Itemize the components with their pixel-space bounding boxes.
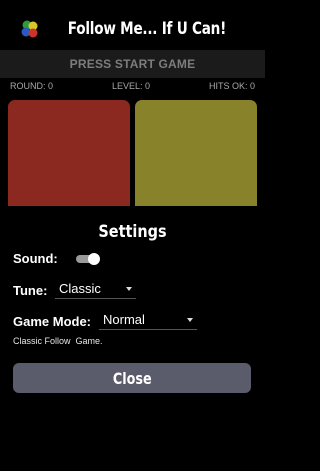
tune-value: Classic xyxy=(59,281,101,296)
sound-toggle[interactable] xyxy=(76,253,100,265)
close-button-label: Close xyxy=(112,368,152,388)
chevron-down-icon xyxy=(126,286,132,291)
settings-sheet: Settings Sound: Tune: Classic Game Mode:… xyxy=(0,206,265,471)
game-mode-select[interactable]: Normal xyxy=(99,310,197,330)
settings-title: Settings xyxy=(98,222,167,242)
chevron-down-icon xyxy=(187,317,193,322)
game-mode-value: Normal xyxy=(103,312,145,327)
round-counter: ROUND: 0 xyxy=(10,81,54,91)
level-counter: LEVEL: 0 xyxy=(111,81,151,91)
toggle-knob xyxy=(88,253,100,265)
tune-label: Tune: xyxy=(13,283,48,298)
stats-bar: ROUND: 0 LEVEL: 0 HITS OK: 0 xyxy=(10,81,255,95)
mode-description: Classic Follow Game. xyxy=(13,336,103,346)
press-start-button[interactable]: PRESS START GAME xyxy=(0,50,265,78)
app-logo-icon xyxy=(21,20,38,38)
hits-counter: HITS OK: 0 xyxy=(208,81,255,91)
game-mode-label: Game Mode: xyxy=(13,314,92,329)
close-button[interactable]: Close xyxy=(13,363,251,393)
app-title: Follow Me... If U Can! xyxy=(67,19,226,39)
sound-label: Sound: xyxy=(13,251,58,266)
tune-select[interactable]: Classic xyxy=(55,279,136,299)
